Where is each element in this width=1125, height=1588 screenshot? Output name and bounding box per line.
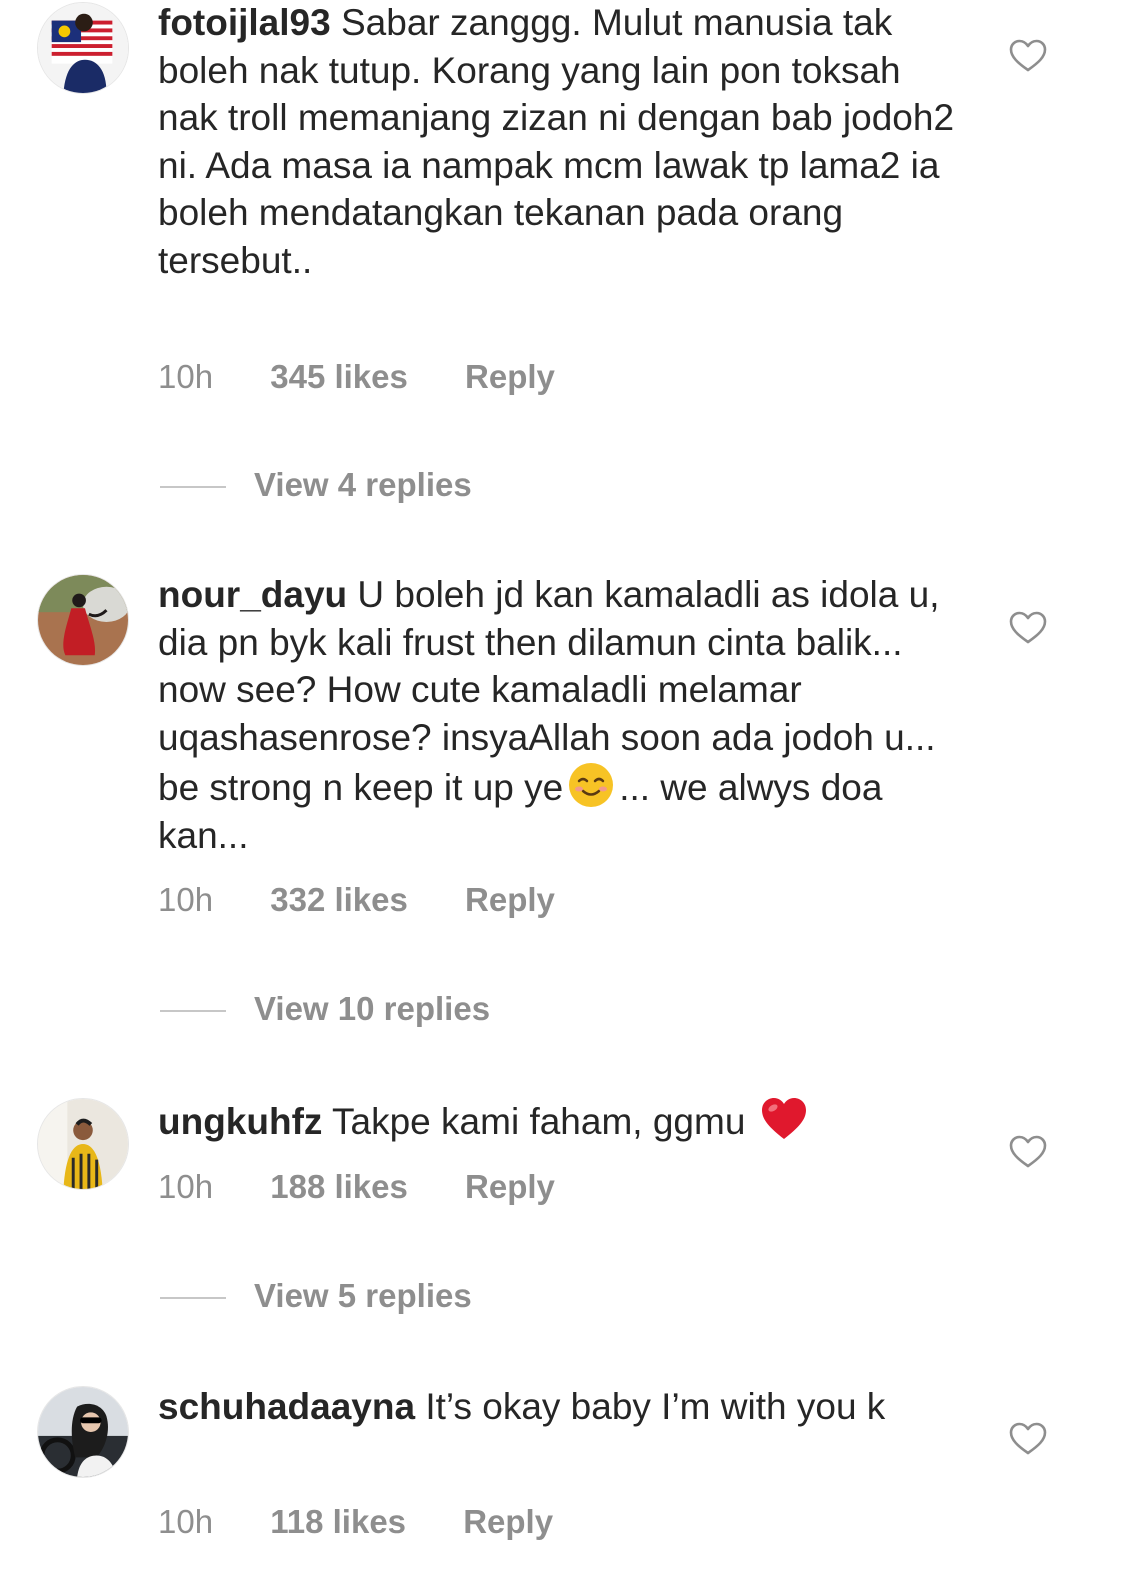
comment-time: 10h [158,1168,214,1205]
comment-username[interactable]: schuhadaayna [158,1386,415,1427]
comment-likes[interactable]: 188 likes [270,1168,408,1206]
like-heart-icon[interactable] [1009,1422,1047,1456]
comment-body: ungkuhfz Takpe kami faham, ggmu [158,1095,958,1146]
profile-photo-car-selfie [38,1387,128,1477]
comment-username[interactable]: fotoijlal93 [158,2,331,43]
profile-photo-flag [38,3,128,93]
comment-username[interactable]: ungkuhfz [158,1101,322,1142]
view-replies-label: View 10 replies [254,990,491,1027]
comment-likes[interactable]: 332 likes [270,881,408,919]
reply-button[interactable]: Reply [465,1168,555,1206]
replies-divider [160,486,226,489]
avatar[interactable] [37,2,129,94]
avatar[interactable] [37,1098,129,1190]
comment-likes[interactable]: 345 likes [270,358,408,396]
view-replies-label: View 4 replies [254,466,472,503]
like-heart-icon[interactable] [1009,39,1047,73]
comment-meta: 10h 188 likes Reply [158,1168,603,1206]
comment-time: 10h [158,358,214,395]
view-replies-button[interactable]: View 4 replies [160,466,472,504]
comment-time: 10h [158,881,214,918]
profile-photo-red-dress [38,575,128,665]
reply-button[interactable]: Reply [463,1503,553,1541]
profile-photo-yellow-shirt [38,1099,128,1189]
comment-text: It’s okay baby I’m with you k [425,1386,886,1427]
comment-text: Sabar zanggg. Mulut manusia tak boleh na… [158,2,955,281]
avatar[interactable] [37,1386,129,1478]
view-replies-button[interactable]: View 10 replies [160,990,490,1028]
like-heart-icon[interactable] [1009,611,1047,645]
like-heart-icon[interactable] [1009,1135,1047,1169]
reply-button[interactable]: Reply [465,881,555,919]
comment-likes[interactable]: 118 likes [270,1503,406,1541]
replies-divider [160,1010,226,1013]
comment-username[interactable]: nour_dayu [158,574,347,615]
comment-body: schuhadaayna It’s okay baby I’m with you… [158,1383,958,1431]
reply-button[interactable]: Reply [465,358,555,396]
smiling-face-emoji [567,761,615,809]
comment-meta: 10h 345 likes Reply [158,358,603,396]
view-replies-label: View 5 replies [254,1277,472,1314]
avatar[interactable] [37,574,129,666]
comment-meta: 10h 118 likes Reply [158,1503,601,1541]
comment-body: nour_dayu U boleh jd kan kamaladli as id… [158,571,958,859]
comment-body: fotoijlal93 Sabar zanggg. Mulut manusia … [158,0,958,284]
comment-text: Takpe kami faham, ggmu [332,1101,746,1142]
replies-divider [160,1297,226,1300]
red-heart-emoji [760,1095,808,1143]
comment-meta: 10h 332 likes Reply [158,881,603,919]
view-replies-button[interactable]: View 5 replies [160,1277,472,1315]
comment-time: 10h [158,1503,214,1540]
